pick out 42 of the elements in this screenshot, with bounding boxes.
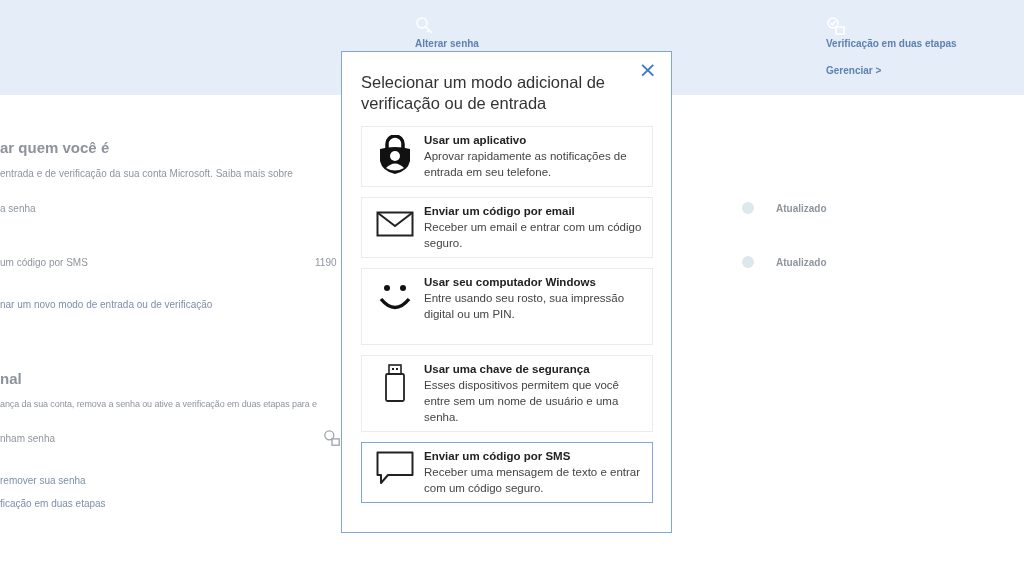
tab-label[interactable]: Verificação em duas etapas <box>826 38 957 49</box>
status-dot <box>742 256 754 268</box>
status-text: Atualizado <box>776 256 827 268</box>
usb-key-icon <box>384 364 406 402</box>
padlock-person-icon <box>378 135 412 175</box>
page-link[interactable]: remover sua senha <box>0 475 86 486</box>
envelope-icon <box>376 211 414 237</box>
option-title: Enviar um código por email <box>424 204 575 219</box>
option-description: Receber um email e entrar com um código seguro. <box>424 220 643 251</box>
section-description: entrada e de verificação da sua conta Microsoft. Saiba mais sobre <box>0 168 293 179</box>
tab-label[interactable]: Alterar senha <box>415 38 479 49</box>
option-title: Usar seu computador Windows <box>424 275 596 290</box>
method-name: a senha <box>0 202 37 214</box>
smiley-icon <box>378 284 412 312</box>
method-value: 1190 <box>315 256 337 268</box>
method-name: um código por SMS <box>0 256 89 268</box>
option-title: Usar uma chave de segurança <box>424 362 590 377</box>
manage-link[interactable]: Gerenciar > <box>826 65 882 76</box>
status-text: Atualizado <box>776 202 827 214</box>
option-description: Aprovar rapidamente as notificações de entrada em seu telefone. <box>424 149 628 180</box>
page-link[interactable]: ficação em duas etapas <box>0 498 106 509</box>
status-dot <box>742 202 754 214</box>
option-description: Esses dispositivos permitem que você entre sem um nome de usuário e uma senha. <box>424 378 620 425</box>
option-card[interactable]: Usar seu computador Windows Entre usando seu rosto, sua impressão digital ou um PIN. <box>361 268 653 345</box>
section-heading: ar quem você é <box>0 139 110 156</box>
section-heading: nal <box>0 370 22 387</box>
option-description: Entre usando seu rosto, sua impressão digital ou um PIN. <box>424 291 626 322</box>
option-title: Enviar um código por SMS <box>424 449 571 464</box>
option-card[interactable]: Enviar um código por SMS Receber uma mensagem de texto e entrar com um código seguro. <box>361 442 653 503</box>
key-icon <box>415 16 435 36</box>
option-title: Usar um aplicativo <box>424 133 527 148</box>
dialog-title: Selecionar um modo adicional de verificação ou de entrada <box>361 72 606 114</box>
speech-bubble-icon <box>376 451 414 485</box>
page-link[interactable]: nar um novo modo de entrada ou de verificação <box>0 299 213 310</box>
option-card[interactable]: Usar um aplicativo Aprovar rapidamente as notificações de entrada em seu telefone. <box>361 126 653 187</box>
option-card[interactable]: Enviar um código por email Receber um email e entrar com um código seguro. <box>361 197 653 258</box>
method-name: nham senha <box>0 432 57 444</box>
close-button[interactable]: × <box>638 60 657 80</box>
option-card[interactable]: Usar uma chave de segurança Esses dispositivos permitem que você entre sem um nome de usuário e uma senha. <box>361 355 653 432</box>
option-description: Receber uma mensagem de texto e entrar com um código seguro. <box>424 465 642 496</box>
check-device-icon <box>826 16 846 36</box>
section-description: ança da sua conta, remova a senha ou ative a verificação em duas etapas para e <box>0 399 317 409</box>
